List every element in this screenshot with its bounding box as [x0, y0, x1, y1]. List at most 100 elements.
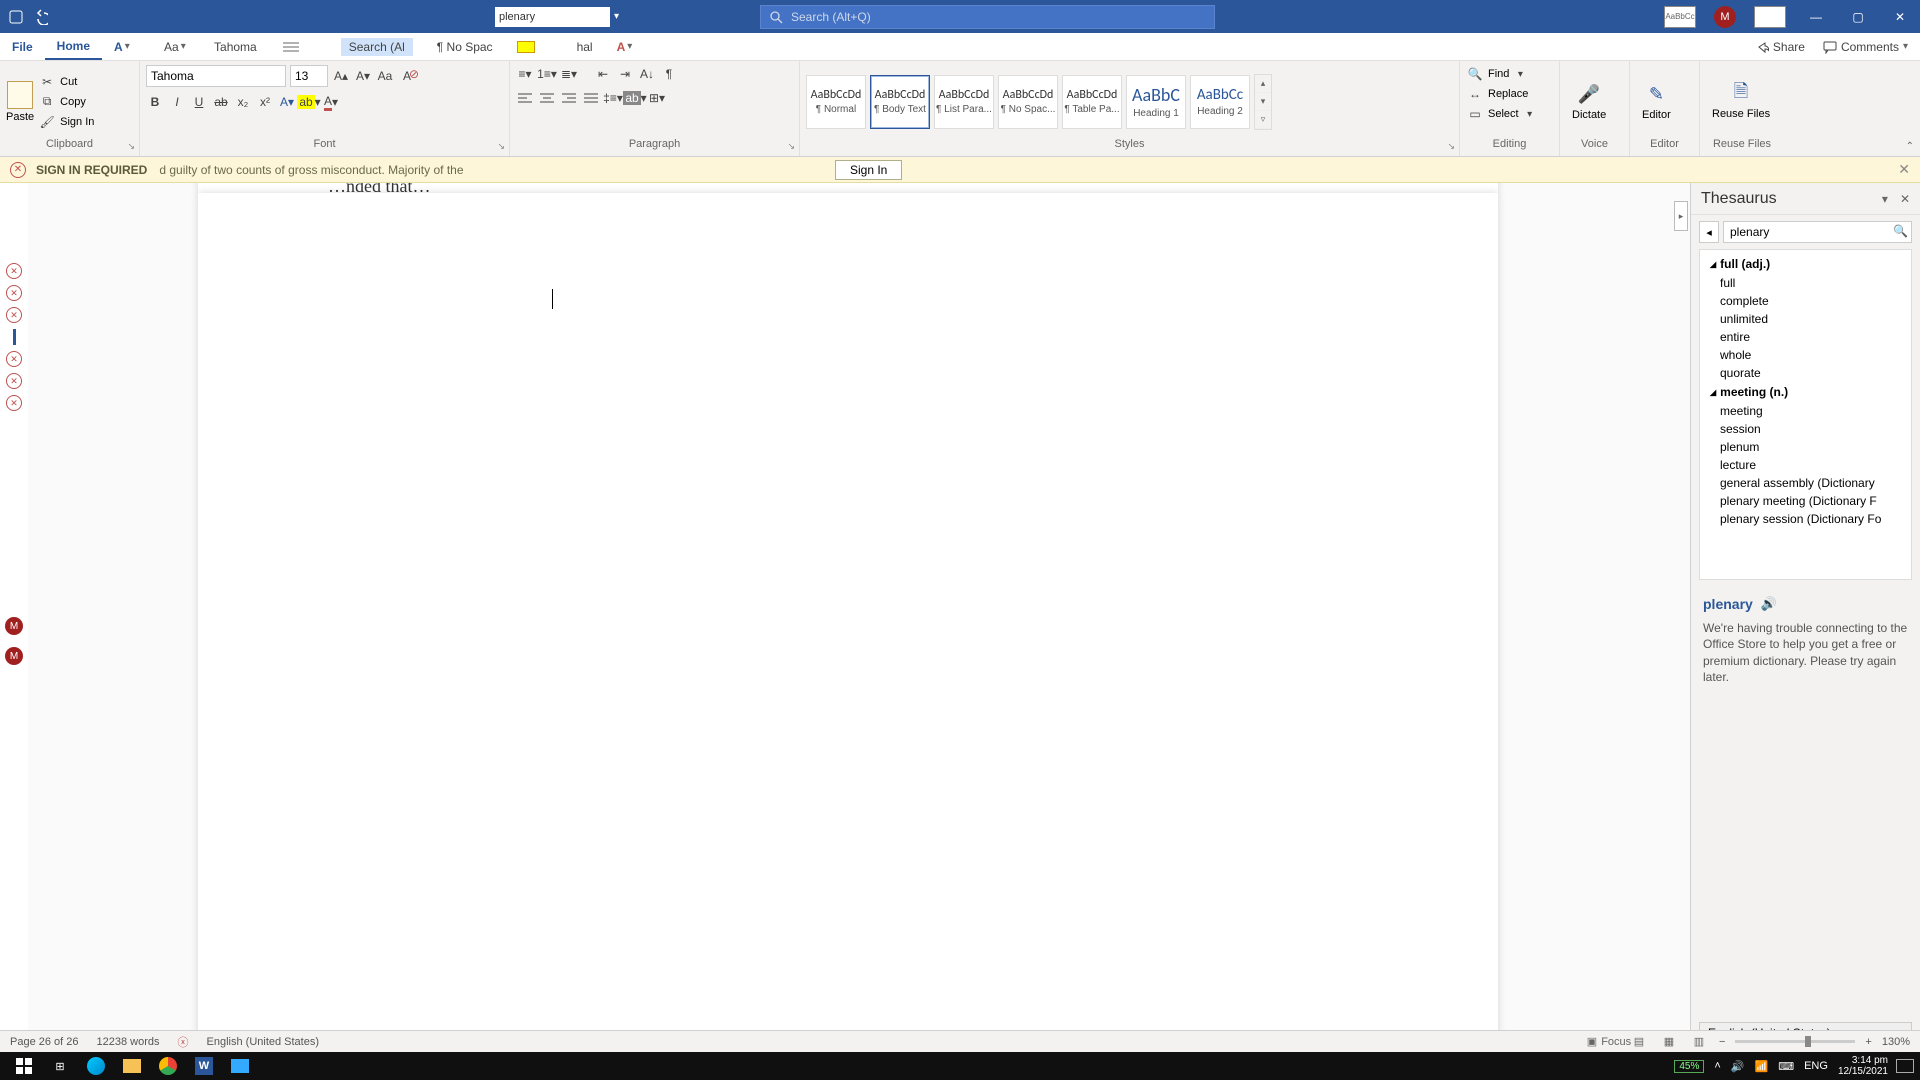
- undo-icon[interactable]: [32, 9, 48, 25]
- window-close-icon[interactable]: ✕: [1888, 9, 1912, 25]
- show-marks-icon[interactable]: ¶: [660, 65, 678, 83]
- page[interactable]: [198, 193, 1498, 1052]
- nav-search-input[interactable]: [495, 7, 610, 27]
- share-button[interactable]: Share: [1755, 40, 1805, 54]
- autosave-toggle-icon[interactable]: [8, 9, 24, 25]
- style-list-para[interactable]: AaBbCcDd¶ List Para...: [934, 75, 994, 129]
- zoom-in-icon[interactable]: +: [1865, 1036, 1871, 1048]
- italic-icon[interactable]: I: [168, 93, 186, 111]
- signin-bar-close-icon[interactable]: ✕: [1898, 161, 1910, 178]
- status-page[interactable]: Page 26 of 26: [10, 1036, 79, 1048]
- tab-highlight[interactable]: [505, 33, 565, 60]
- multilevel-icon[interactable]: ≣▾: [560, 65, 578, 83]
- borders-icon[interactable]: ⊞▾: [648, 89, 666, 107]
- window-restore-icon[interactable]: ▢: [1846, 9, 1870, 25]
- wifi-icon[interactable]: 📶: [1755, 1060, 1769, 1073]
- thesaurus-category[interactable]: meeting (n.): [1700, 382, 1911, 402]
- align-center-icon[interactable]: [538, 89, 556, 107]
- thesaurus-item[interactable]: general assembly (Dictionary: [1700, 474, 1911, 492]
- account-avatar[interactable]: M: [1714, 6, 1736, 28]
- thesaurus-item[interactable]: meeting: [1700, 402, 1911, 420]
- comment-bubble[interactable]: M: [5, 647, 23, 665]
- format-painter-button[interactable]: 🖌Sign In: [38, 113, 94, 131]
- thesaurus-category[interactable]: full (adj.): [1700, 254, 1911, 274]
- thesaurus-item[interactable]: full: [1700, 274, 1911, 292]
- task-view-icon[interactable]: ⊞: [42, 1052, 78, 1080]
- font-size-input[interactable]: [290, 65, 328, 87]
- volume-icon[interactable]: 🔊: [1731, 1060, 1745, 1073]
- tab-search-highlighted[interactable]: Search (Al: [329, 33, 425, 60]
- edge-icon[interactable]: [78, 1052, 114, 1080]
- style-no-spacing[interactable]: AaBbCcDd¶ No Spac...: [998, 75, 1058, 129]
- nav-pane-toggle-icon[interactable]: ▸: [1674, 201, 1688, 231]
- reuse-files-button[interactable]: 🗎 Reuse Files: [1706, 82, 1776, 120]
- track-delete-icon[interactable]: ✕: [6, 307, 22, 323]
- clipboard-launcher-icon[interactable]: ↘: [127, 141, 135, 152]
- tab-home[interactable]: Home: [45, 33, 102, 60]
- read-mode-icon[interactable]: ▤: [1629, 1034, 1649, 1050]
- status-proofing[interactable]: ⓧ: [178, 1034, 189, 1050]
- track-delete-icon[interactable]: ✕: [6, 263, 22, 279]
- track-delete-icon[interactable]: ✕: [6, 351, 22, 367]
- pronounce-icon[interactable]: 🔊: [1761, 596, 1777, 612]
- clock[interactable]: 3:14 pm 12/15/2021: [1838, 1055, 1888, 1077]
- paste-button[interactable]: Paste: [6, 81, 34, 123]
- editor-button[interactable]: ✎ Editor: [1636, 83, 1677, 121]
- zoom-slider[interactable]: [1735, 1040, 1855, 1043]
- align-right-icon[interactable]: [560, 89, 578, 107]
- tab-sub-nospac[interactable]: ¶ No Spac: [425, 33, 505, 60]
- thesaurus-item[interactable]: plenary meeting (Dictionary F: [1700, 492, 1911, 510]
- thesaurus-item[interactable]: plenary session (Dictionary Fo: [1700, 510, 1911, 528]
- collapse-ribbon-icon[interactable]: ⌃: [1906, 141, 1914, 152]
- styles-launcher-icon[interactable]: ↘: [1447, 141, 1455, 152]
- numbering-icon[interactable]: 1≡▾: [538, 65, 556, 83]
- thesaurus-item[interactable]: complete: [1700, 292, 1911, 310]
- styles-expand-icon[interactable]: ▿: [1255, 111, 1271, 129]
- find-button[interactable]: 🔍Find▾: [1466, 65, 1527, 83]
- line-spacing-icon[interactable]: ‡≡▾: [604, 89, 622, 107]
- style-heading-1[interactable]: AaBbCHeading 1: [1126, 75, 1186, 129]
- track-delete-icon[interactable]: ✕: [6, 395, 22, 411]
- comments-button[interactable]: Comments ▾: [1823, 40, 1908, 54]
- paragraph-launcher-icon[interactable]: ↘: [787, 141, 795, 152]
- cut-button[interactable]: ✂Cut: [38, 73, 94, 91]
- nav-search-dropdown-icon[interactable]: ▾: [614, 11, 619, 22]
- copy-button[interactable]: ⧉Copy: [38, 93, 94, 111]
- text-effects-icon[interactable]: A▾: [278, 93, 296, 111]
- document-canvas[interactable]: …nded that… ▸: [28, 183, 1690, 1052]
- grow-font-icon[interactable]: A▴: [332, 67, 350, 85]
- focus-mode-button[interactable]: ▣Focus: [1599, 1034, 1619, 1050]
- track-delete-icon[interactable]: ✕: [6, 285, 22, 301]
- font-color-icon[interactable]: A▾: [322, 93, 340, 111]
- action-center-icon[interactable]: [1896, 1059, 1914, 1073]
- style-heading-2[interactable]: AaBbCcHeading 2: [1190, 75, 1250, 129]
- track-insert-icon[interactable]: [13, 329, 16, 345]
- thesaurus-search-input[interactable]: [1723, 221, 1912, 243]
- highlight-icon[interactable]: ab▾: [300, 93, 318, 111]
- underline-icon[interactable]: U: [190, 93, 208, 111]
- thesaurus-item[interactable]: whole: [1700, 346, 1911, 364]
- bullets-icon[interactable]: ≡▾: [516, 65, 534, 83]
- font-launcher-icon[interactable]: ↘: [497, 141, 505, 152]
- thesaurus-item[interactable]: unlimited: [1700, 310, 1911, 328]
- status-words[interactable]: 12238 words: [97, 1036, 160, 1048]
- thesaurus-item[interactable]: entire: [1700, 328, 1911, 346]
- zoom-out-icon[interactable]: −: [1719, 1036, 1725, 1048]
- track-delete-icon[interactable]: ✕: [6, 373, 22, 389]
- style-body-text[interactable]: AaBbCcDd¶ Body Text: [870, 75, 930, 129]
- strikethrough-icon[interactable]: ab: [212, 93, 230, 111]
- chrome-icon[interactable]: [150, 1052, 186, 1080]
- thesaurus-options-icon[interactable]: ▾: [1882, 192, 1888, 206]
- comment-bubble[interactable]: M: [5, 617, 23, 635]
- start-button[interactable]: [6, 1052, 42, 1080]
- tab-font-dropdown[interactable]: A▾: [102, 33, 152, 60]
- justify-icon[interactable]: [582, 89, 600, 107]
- file-explorer-icon[interactable]: [114, 1052, 150, 1080]
- tab-sub-hal[interactable]: hal: [565, 33, 605, 60]
- battery-status[interactable]: 45%: [1674, 1060, 1704, 1073]
- thesaurus-item[interactable]: plenum: [1700, 438, 1911, 456]
- clear-format-icon[interactable]: A⊘: [398, 67, 416, 85]
- sort-icon[interactable]: A↓: [638, 65, 656, 83]
- window-minimize-icon[interactable]: ―: [1804, 9, 1828, 25]
- tray-chevron-icon[interactable]: ˄: [1714, 1060, 1720, 1072]
